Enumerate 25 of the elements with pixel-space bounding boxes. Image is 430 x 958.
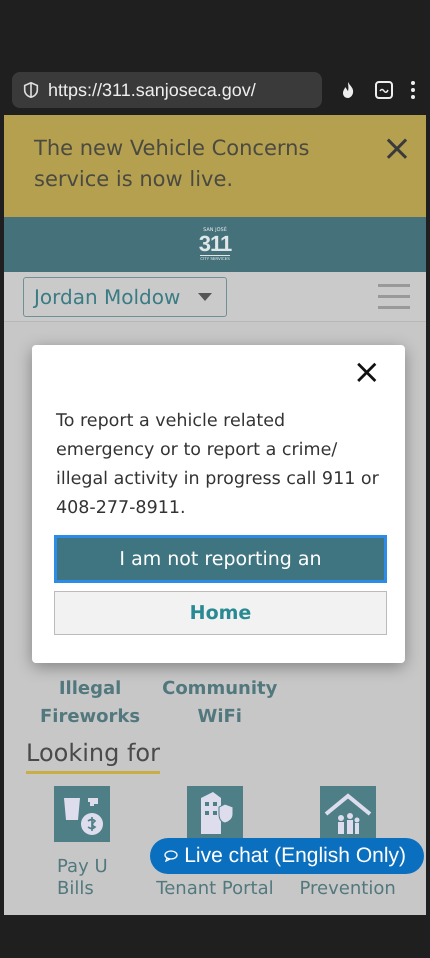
service-link[interactable]: Illegal [58,675,122,703]
home-button[interactable]: Home [54,591,387,635]
tab-icon[interactable] [374,80,394,100]
service-link[interactable]: Fireworks [40,703,140,731]
close-button[interactable]: × [346,355,387,389]
speech-bubble-icon [164,850,178,862]
live-chat-button[interactable]: Live chat (English Only) [150,838,424,874]
section-heading: Looking for [26,739,160,774]
service-link[interactable]: Bills [57,878,94,900]
service-link[interactable]: WiFi [197,703,242,731]
close-button[interactable]: × [378,133,416,165]
url-text: https://311.sanjoseca.gov/ [48,80,256,100]
announcement-text: The new Vehicle Concerns service is now live. [34,135,310,193]
dialog-message: To report a vehicle related emergency or to report a crime/ illegal activity in progress call 911 or 408-277-8911. [56,410,380,520]
address-bar[interactable]: https://311.sanjoseca.gov/ [12,72,322,108]
caret-icon [198,292,212,300]
more-menu-icon[interactable] [410,80,416,100]
service-link[interactable]: Pay U [57,856,108,878]
service-link[interactable]: Tenant Portal [156,878,274,900]
shield-icon[interactable] [22,81,40,99]
service-link[interactable]: Prevention [300,878,396,900]
service-link[interactable]: Community [162,675,278,703]
user-dropdown[interactable]: Jordan Moldow [23,276,228,316]
continue-button[interactable]: I am not reporting an [54,535,387,583]
logo-number[interactable]: 311 [198,233,232,255]
